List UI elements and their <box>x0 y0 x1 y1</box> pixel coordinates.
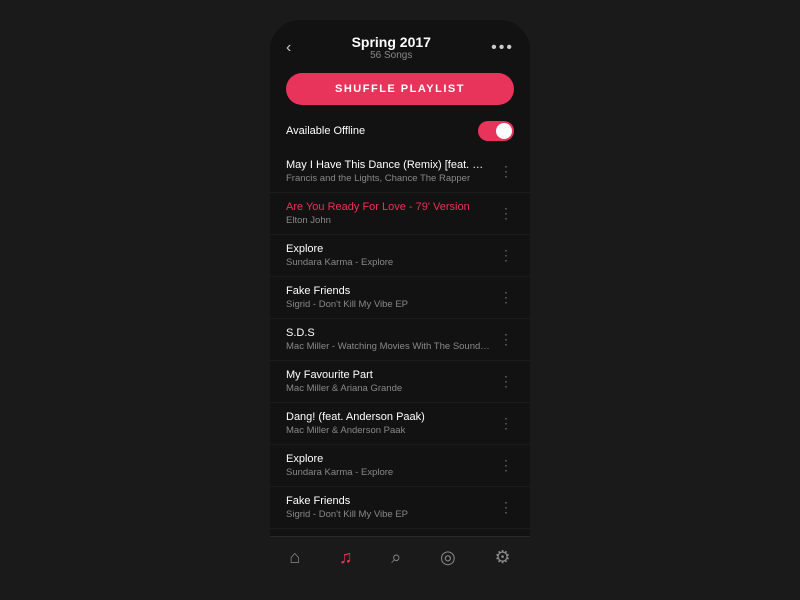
song-item[interactable]: S.D.S Mac Miller - Watching Movies With … <box>270 529 530 536</box>
song-subtitle: Mac Miller & Ariana Grande <box>286 383 491 394</box>
song-menu-button[interactable]: ⋮ <box>491 247 514 264</box>
song-menu-button[interactable]: ⋮ <box>491 415 514 432</box>
phone-container: ‹ Spring 2017 56 Songs ••• SHUFFLE PLAYL… <box>270 20 530 580</box>
settings-nav-icon: ⚙ <box>494 547 510 568</box>
song-subtitle: Sigrid - Don't Kill My Vibe EP <box>286 299 491 310</box>
song-title: Explore <box>286 243 491 255</box>
song-item[interactable]: Fake Friends Sigrid - Don't Kill My Vibe… <box>270 487 530 529</box>
song-subtitle: Mac Miller & Anderson Paak <box>286 425 491 436</box>
library-nav-icon: ♫ <box>339 547 353 568</box>
song-info: Explore Sundara Karma - Explore <box>286 243 491 268</box>
song-item[interactable]: Are You Ready For Love - 79' Version Elt… <box>270 193 530 235</box>
song-menu-button[interactable]: ⋮ <box>491 289 514 306</box>
back-button[interactable]: ‹ <box>286 39 291 57</box>
song-item[interactable]: Fake Friends Sigrid - Don't Kill My Vibe… <box>270 277 530 319</box>
song-info: Fake Friends Sigrid - Don't Kill My Vibe… <box>286 495 491 520</box>
song-title: Fake Friends <box>286 285 491 297</box>
radio-nav-icon: ◎ <box>440 547 456 568</box>
shuffle-playlist-button[interactable]: SHUFFLE PLAYLIST <box>286 73 514 105</box>
home-nav-icon: ⌂ <box>289 547 300 568</box>
song-subtitle: Sigrid - Don't Kill My Vibe EP <box>286 509 491 520</box>
home-nav[interactable]: ⌂ <box>289 547 300 568</box>
song-info: Dang! (feat. Anderson Paak) Mac Miller &… <box>286 411 491 436</box>
song-menu-button[interactable]: ⋮ <box>491 205 514 222</box>
song-info: Are You Ready For Love - 79' Version Elt… <box>286 201 491 226</box>
search-nav-icon: ⌕ <box>391 547 401 568</box>
song-title: My Favourite Part <box>286 369 491 381</box>
radio-nav[interactable]: ◎ <box>440 547 456 568</box>
settings-nav[interactable]: ⚙ <box>494 547 510 568</box>
song-info: S.D.S Mac Miller - Watching Movies With … <box>286 327 491 352</box>
song-info: Explore Sundara Karma - Explore <box>286 453 491 478</box>
header-center: Spring 2017 56 Songs <box>352 34 431 61</box>
song-title: S.D.S <box>286 327 491 339</box>
song-item[interactable]: S.D.S Mac Miller - Watching Movies With … <box>270 319 530 361</box>
search-nav[interactable]: ⌕ <box>391 547 401 568</box>
song-item[interactable]: May I Have This Dance (Remix) [feat. Cha… <box>270 151 530 193</box>
song-subtitle: Sundara Karma - Explore <box>286 257 491 268</box>
song-menu-button[interactable]: ⋮ <box>491 163 514 180</box>
song-subtitle: Sundara Karma - Explore <box>286 467 491 478</box>
song-item[interactable]: My Favourite Part Mac Miller & Ariana Gr… <box>270 361 530 403</box>
more-button[interactable]: ••• <box>491 39 514 57</box>
song-title: Are You Ready For Love - 79' Version <box>286 201 491 213</box>
song-title: Explore <box>286 453 491 465</box>
offline-toggle[interactable] <box>478 121 514 141</box>
song-title: May I Have This Dance (Remix) [feat. Cha… <box>286 159 491 171</box>
song-menu-button[interactable]: ⋮ <box>491 457 514 474</box>
song-title: Dang! (feat. Anderson Paak) <box>286 411 491 423</box>
offline-label: Available Offline <box>286 125 365 137</box>
song-info: Fake Friends Sigrid - Don't Kill My Vibe… <box>286 285 491 310</box>
song-item[interactable]: Dang! (feat. Anderson Paak) Mac Miller &… <box>270 403 530 445</box>
song-subtitle: Elton John <box>286 215 491 226</box>
offline-row: Available Offline <box>270 115 530 151</box>
playlist-title: Spring 2017 <box>352 34 431 50</box>
playlist-subtitle: 56 Songs <box>352 50 431 61</box>
library-nav[interactable]: ♫ <box>339 547 353 568</box>
song-list: May I Have This Dance (Remix) [feat. Cha… <box>270 151 530 536</box>
song-info: My Favourite Part Mac Miller & Ariana Gr… <box>286 369 491 394</box>
header: ‹ Spring 2017 56 Songs ••• <box>270 20 530 67</box>
song-title: Fake Friends <box>286 495 491 507</box>
song-info: May I Have This Dance (Remix) [feat. Cha… <box>286 159 491 184</box>
bottom-nav: ⌂ ♫ ⌕ ◎ ⚙ <box>270 536 530 580</box>
song-menu-button[interactable]: ⋮ <box>491 373 514 390</box>
song-menu-button[interactable]: ⋮ <box>491 499 514 516</box>
song-item[interactable]: Explore Sundara Karma - Explore ⋮ <box>270 445 530 487</box>
song-menu-button[interactable]: ⋮ <box>491 331 514 348</box>
song-subtitle: Francis and the Lights, Chance The Rappe… <box>286 173 491 184</box>
song-subtitle: Mac Miller - Watching Movies With The So… <box>286 341 491 352</box>
song-item[interactable]: Explore Sundara Karma - Explore ⋮ <box>270 235 530 277</box>
